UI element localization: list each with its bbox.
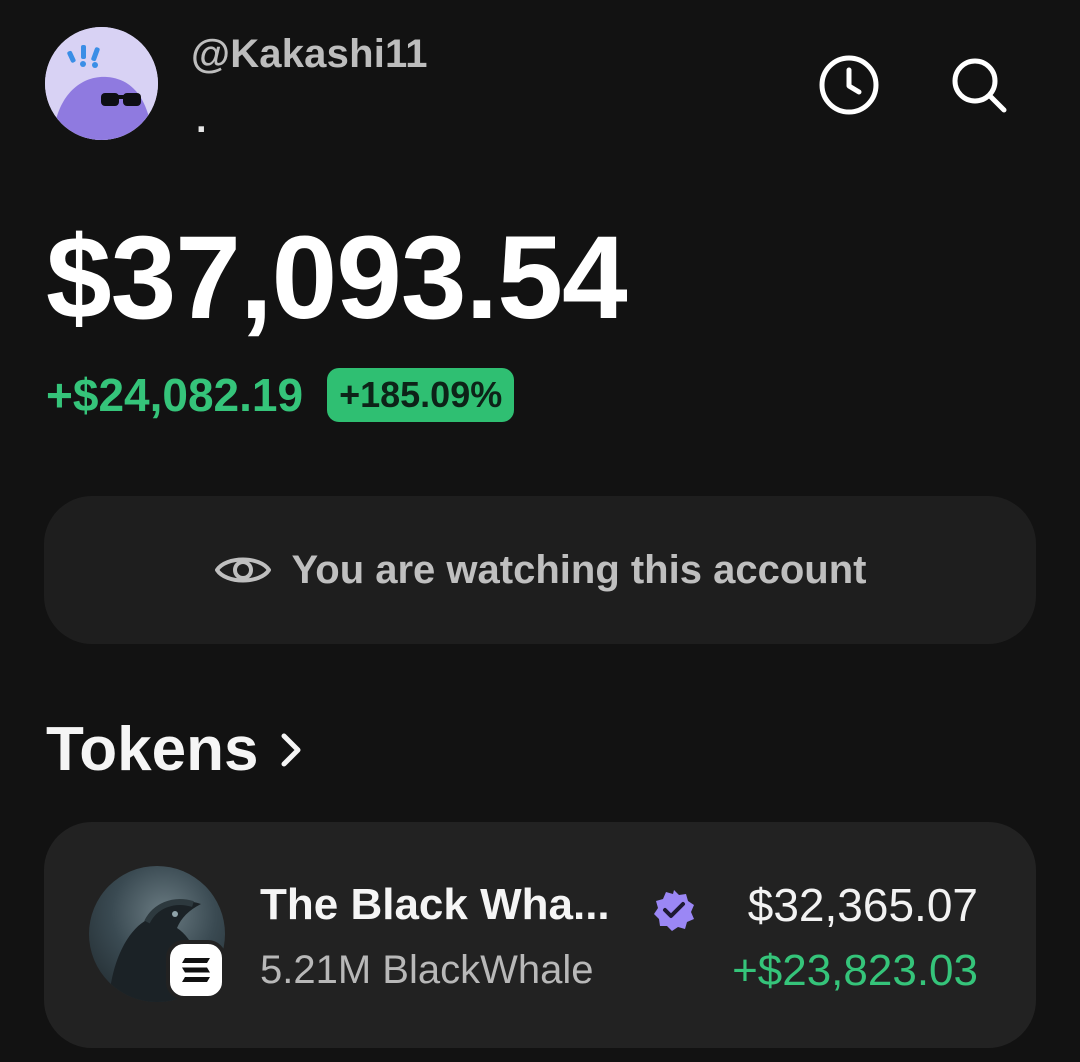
token-change: +$23,823.03 (732, 946, 978, 995)
watching-text: You are watching this account (291, 547, 867, 592)
balance-change-value: +$24,082.19 (46, 369, 304, 421)
token-value: $32,365.07 (747, 879, 978, 931)
token-amount: 5.21M BlackWhale (260, 948, 594, 992)
chevron-right-icon (281, 733, 301, 766)
watching-account-banner: You are watching this account (44, 496, 1036, 644)
wallet-screen: @Kakashi11 . $37,093.54 +$24,082.19 +185… (0, 0, 1080, 1062)
cat-avatar-icon (45, 27, 158, 140)
balance-change-row: +$24,082.19 +185.09% (46, 368, 515, 422)
clock-icon (819, 55, 879, 115)
history-button[interactable] (816, 52, 882, 118)
solana-chain-badge (166, 940, 226, 1000)
verified-badge-icon (652, 888, 696, 937)
eye-icon (214, 557, 271, 583)
username: @Kakashi11 (191, 32, 428, 76)
tokens-section-header[interactable]: Tokens (46, 714, 304, 785)
token-row[interactable]: The Black Wha... 5.21M BlackWhale $32,36… (44, 822, 1036, 1048)
profile-subname: . (196, 99, 207, 141)
profile-avatar[interactable] (45, 27, 158, 140)
search-icon (952, 58, 1007, 113)
balance-change-percent-badge: +185.09% (327, 368, 515, 422)
tokens-title: Tokens (46, 715, 259, 784)
total-balance: $37,093.54 (46, 212, 628, 344)
solana-icon (182, 958, 210, 982)
token-name: The Black Wha... (260, 880, 610, 929)
search-button[interactable] (946, 52, 1012, 118)
